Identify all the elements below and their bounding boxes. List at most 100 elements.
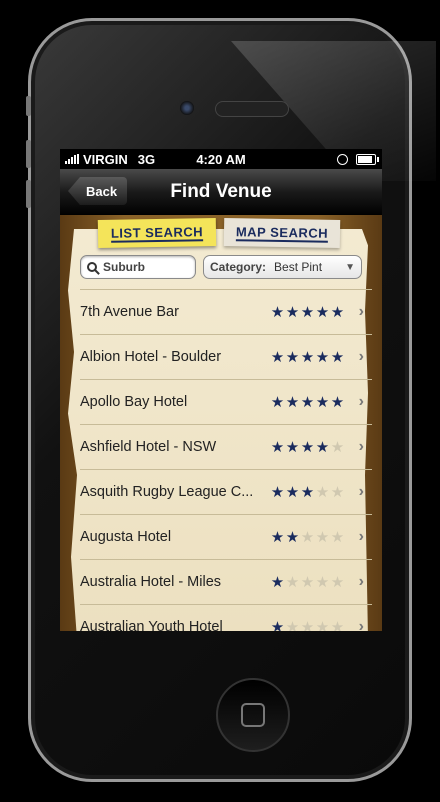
chevron-right-icon: › [358,618,364,631]
mute-switch[interactable] [26,96,31,116]
star-icon: ★ [285,348,300,366]
star-icon: ★ [270,528,285,546]
star-icon: ★ [285,393,300,411]
star-icon: ★ [330,483,345,501]
star-icon: ★ [300,573,315,591]
venue-row[interactable]: Australia Hotel - Miles ★ ★ ★ ★ ★ › [80,559,372,604]
chevron-right-icon: › [358,483,364,500]
star-icon: ★ [300,393,315,411]
star-icon: ★ [330,618,345,632]
star-icon: ★ [315,573,330,591]
star-icon: ★ [300,303,315,321]
star-icon: ★ [285,528,300,546]
star-icon: ★ [330,393,345,411]
nav-bar: Back Find Venue [60,169,382,216]
star-icon: ★ [285,573,300,591]
chevron-right-icon: › [358,528,364,545]
category-label: Category: [210,260,267,274]
star-icon: ★ [300,528,315,546]
star-icon: ★ [315,618,330,632]
venue-name: Asquith Rugby League C... [80,484,254,500]
content-area: LIST SEARCH MAP SEARCH Suburb Category: … [60,215,382,631]
venue-name: Australia Hotel - Miles [80,574,222,590]
category-value: Best Pint [274,260,323,274]
rating-stars: ★ ★ ★ ★ ★ [270,620,345,632]
star-icon: ★ [285,483,300,501]
rating-stars: ★ ★ ★ ★ ★ [270,575,345,590]
star-icon: ★ [270,438,285,456]
search-icon [87,262,97,272]
rating-stars: ★ ★ ★ ★ ★ [270,440,345,455]
venue-name: 7th Avenue Bar [80,304,179,320]
star-icon: ★ [330,438,345,456]
home-square-icon [241,703,265,727]
rating-stars: ★ ★ ★ ★ ★ [270,350,345,365]
tab-map-label: MAP SEARCH [235,223,329,243]
volume-up-button[interactable] [26,140,31,168]
earpiece [215,101,289,117]
rating-stars: ★ ★ ★ ★ ★ [270,530,345,545]
search-placeholder: Suburb [103,260,145,274]
venue-name: Apollo Bay Hotel [80,394,188,410]
venue-row[interactable]: Apollo Bay Hotel ★ ★ ★ ★ ★ › [80,379,372,424]
venue-name: Augusta Hotel [80,529,172,545]
star-icon: ★ [300,483,315,501]
camera-icon [180,101,194,115]
venue-row[interactable]: Asquith Rugby League C... ★ ★ ★ ★ ★ › [80,469,372,514]
chevron-right-icon: › [358,438,364,455]
star-icon: ★ [270,348,285,366]
star-icon: ★ [300,348,315,366]
star-icon: ★ [270,483,285,501]
alarm-clock-icon [337,153,348,165]
star-icon: ★ [285,303,300,321]
venue-name: Ashfield Hotel - NSW [80,439,217,455]
venue-row[interactable]: Australian Youth Hotel ★ ★ ★ ★ ★ › [80,604,372,631]
star-icon: ★ [270,303,285,321]
star-icon: ★ [330,303,345,321]
star-icon: ★ [300,618,315,632]
status-time: 4:20 AM [196,151,246,167]
screen: VIRGIN 3G 4:20 AM Back Find Venue LIST S… [60,149,382,631]
chevron-right-icon: › [358,573,364,590]
venue-row[interactable]: Ashfield Hotel - NSW ★ ★ ★ ★ ★ › [80,424,372,469]
star-icon: ★ [285,618,300,632]
tab-list-search[interactable]: LIST SEARCH [97,217,217,249]
star-icon: ★ [315,483,330,501]
star-icon: ★ [330,573,345,591]
venue-row[interactable]: 7th Avenue Bar ★ ★ ★ ★ ★ › [80,289,372,334]
star-icon: ★ [315,438,330,456]
star-icon: ★ [315,393,330,411]
filter-controls: Suburb Category: Best Pint ▼ [80,255,362,279]
home-button[interactable] [216,678,290,752]
chevron-right-icon: › [358,348,364,365]
chevron-right-icon: › [358,393,364,410]
dropdown-arrow-icon: ▼ [345,261,355,273]
tab-map-search[interactable]: MAP SEARCH [223,217,341,249]
star-icon: ★ [270,573,285,591]
venue-name: Albion Hotel - Boulder [80,349,222,365]
venue-row[interactable]: Augusta Hotel ★ ★ ★ ★ ★ › [80,514,372,559]
volume-down-button[interactable] [26,180,31,208]
rating-stars: ★ ★ ★ ★ ★ [270,395,345,410]
star-icon: ★ [330,348,345,366]
back-button[interactable]: Back [68,177,128,205]
star-icon: ★ [270,393,285,411]
rating-stars: ★ ★ ★ ★ ★ [270,485,345,500]
page-title: Find Venue [170,181,272,202]
star-icon: ★ [315,528,330,546]
star-icon: ★ [270,618,285,632]
star-icon: ★ [330,528,345,546]
venue-name: Australian Youth Hotel [80,619,223,631]
star-icon: ★ [315,348,330,366]
status-bar: VIRGIN 3G 4:20 AM [60,149,382,169]
tab-list-label: LIST SEARCH [110,223,204,243]
star-icon: ★ [315,303,330,321]
venue-list: 7th Avenue Bar ★ ★ ★ ★ ★ › Albion Hotel - Bould… [80,289,372,631]
venue-row[interactable]: Albion Hotel - Boulder ★ ★ ★ ★ ★ › [80,334,372,379]
star-icon: ★ [285,438,300,456]
star-icon: ★ [300,438,315,456]
suburb-search-input[interactable]: Suburb [80,255,196,279]
chevron-right-icon: › [358,303,364,320]
rating-stars: ★ ★ ★ ★ ★ [270,305,345,320]
category-select[interactable]: Category: Best Pint ▼ [203,255,362,279]
